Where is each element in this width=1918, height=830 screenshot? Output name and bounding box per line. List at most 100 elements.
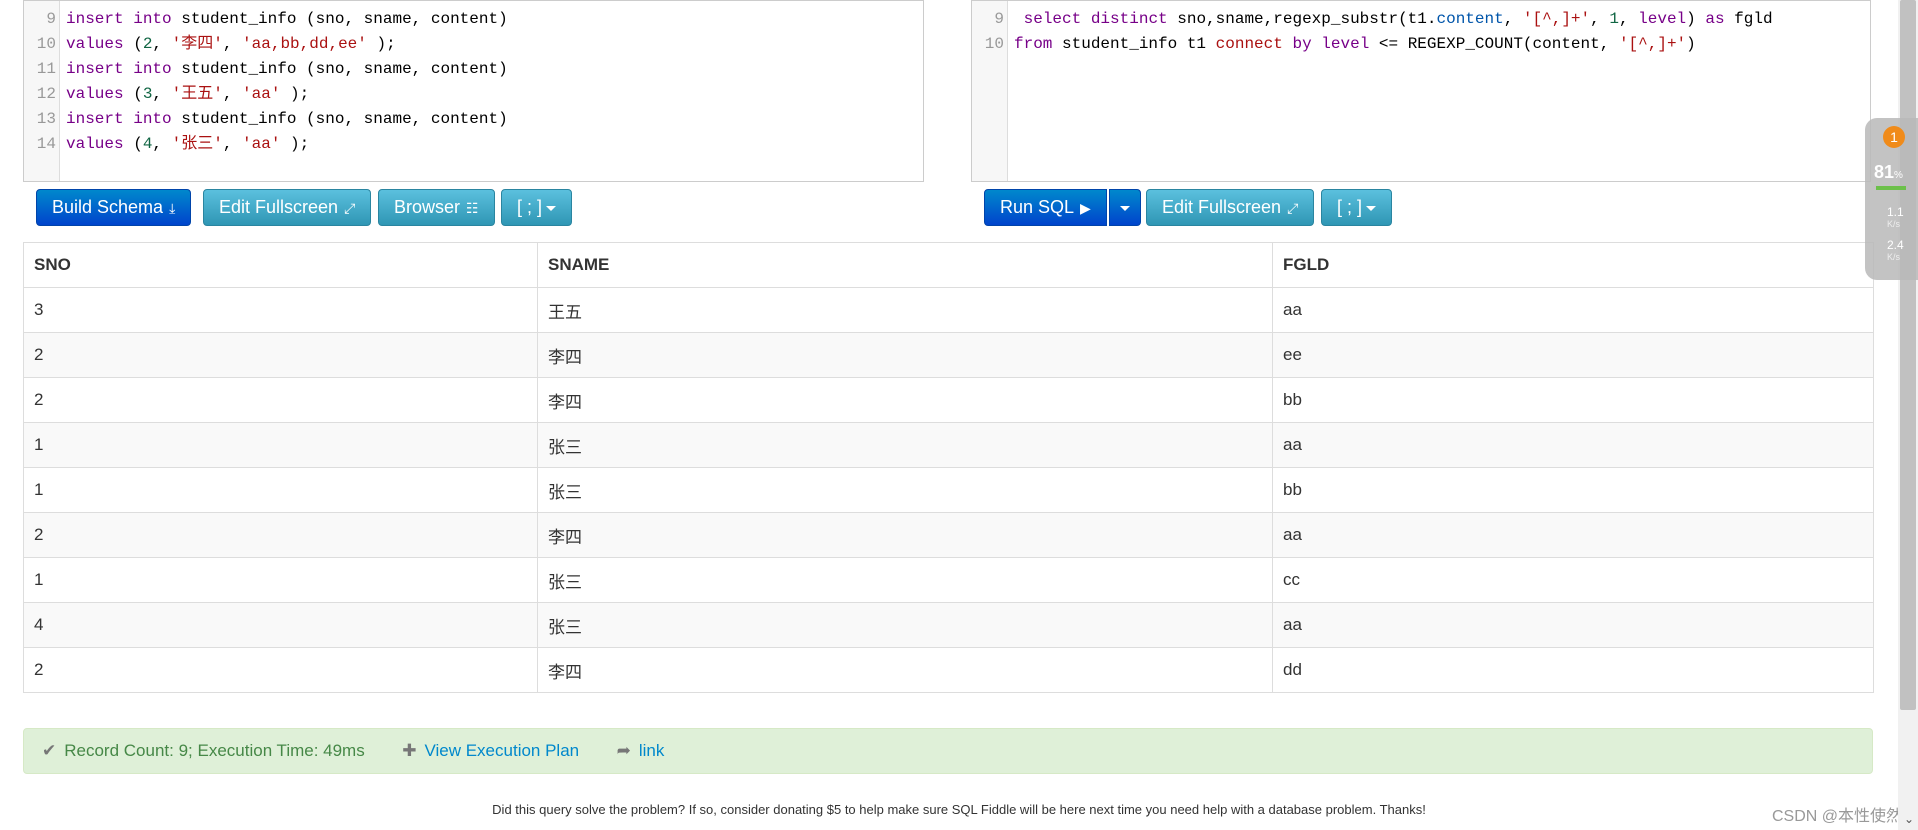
delimiter-label: [ ; ] <box>517 197 543 217</box>
donation-message: Did this query solve the problem? If so,… <box>492 802 1426 817</box>
code-line[interactable]: 14 values (4, '张三', 'aa' ); <box>24 132 923 157</box>
code-token: 3 <box>142 85 153 103</box>
code-token: , <box>1503 10 1523 28</box>
scroll-down-arrow-icon[interactable]: ⌄ <box>1904 812 1914 826</box>
tree-icon: ☷ <box>466 200 479 216</box>
code-token: values <box>66 85 124 103</box>
code-token: into <box>133 60 172 78</box>
record-count-text: Record Count: 9; Execution Time: 49ms <box>64 741 365 760</box>
code-token: ( <box>123 135 143 153</box>
caret-down-icon <box>546 205 557 211</box>
browser-label: Browser <box>394 197 461 217</box>
code-token: insert <box>66 10 124 28</box>
code-token: from <box>1014 35 1053 53</box>
table-row: 3 王五 aa <box>23 287 1874 333</box>
code-token: , <box>222 135 243 153</box>
query-editor[interactable]: 9 select distinct sno,sname,regexp_subst… <box>971 0 1871 182</box>
code-token: 2 <box>142 35 153 53</box>
table-row: 1 张三 aa <box>23 422 1874 468</box>
plus-icon: ✚ <box>402 741 417 760</box>
line-number: 10 <box>36 35 56 53</box>
code-token: distinct <box>1090 10 1168 28</box>
code-token: connect <box>1215 35 1283 53</box>
code-token: insert <box>66 60 124 78</box>
table-cell: 2 <box>23 512 538 558</box>
build-schema-button[interactable]: Build Schema ⤓ <box>36 189 192 226</box>
schema-editor[interactable]: 9 insert into student_info (sno, sname, c… <box>23 0 924 182</box>
code-token: <= REGEXP_COUNT(content, <box>1369 35 1619 53</box>
code-token: '李四' <box>171 35 223 53</box>
code-token: level <box>1638 10 1687 28</box>
build-schema-label: Build Schema <box>52 197 164 217</box>
upload-value: 1.1 <box>1887 205 1904 219</box>
line-number: 11 <box>36 60 56 78</box>
code-token: 'aa' <box>242 135 281 153</box>
expand-icon: ⤢ <box>344 200 356 216</box>
browser-button[interactable]: Browser ☷ <box>378 189 495 226</box>
code-line[interactable]: 10 values (2, '李四', 'aa,bb,dd,ee' ); <box>24 32 923 57</box>
code-token: , <box>152 35 172 53</box>
table-cell: 王五 <box>537 287 1273 333</box>
code-token: ); <box>280 135 310 153</box>
run-sql-button[interactable]: Run SQL ▶ <box>984 189 1107 226</box>
table-cell: 李四 <box>537 377 1273 423</box>
code-line[interactable]: 9 select distinct sno,sname,regexp_subst… <box>972 7 1870 32</box>
permalink-link[interactable]: link <box>639 741 665 760</box>
code-line[interactable]: 10 from student_info t1 connect by level … <box>972 32 1870 57</box>
table-cell: 张三 <box>537 602 1273 648</box>
scrollbar-thumb[interactable] <box>1900 0 1916 710</box>
edit-fullscreen-right-button[interactable]: Edit Fullscreen ⤢ <box>1146 189 1315 226</box>
code-token: ( <box>123 35 143 53</box>
view-execution-plan-link[interactable]: View Execution Plan <box>424 741 579 760</box>
table-cell: 2 <box>23 332 538 378</box>
line-number: 14 <box>36 135 56 153</box>
code-token: 'aa' <box>242 85 281 103</box>
table-cell: dd <box>1272 647 1874 693</box>
code-token: insert <box>66 110 124 128</box>
results-table: SNO SNAME FGLD 3 王五 aa 2 李四 ee 2 李四 bb 1 张三 aa 1 张三 bb… <box>23 242 1874 693</box>
code-line[interactable]: 13 insert into student_info (sno, sname, … <box>24 107 923 132</box>
edit-fullscreen-label: Edit Fullscreen <box>219 197 339 217</box>
code-line[interactable]: 12 values (3, '王五', 'aa' ); <box>24 82 923 107</box>
line-number: 13 <box>36 110 56 128</box>
table-row: 2 李四 dd <box>23 647 1874 693</box>
table-cell: bb <box>1272 377 1874 423</box>
code-line[interactable]: 9 insert into student_info (sno, sname, c… <box>24 7 923 32</box>
upload-unit: K/s <box>1887 219 1901 229</box>
table-row: 1 张三 bb <box>23 467 1874 513</box>
table-row: 2 李四 aa <box>23 512 1874 558</box>
line-number: 9 <box>994 10 1004 28</box>
table-row: 4 张三 aa <box>23 602 1874 648</box>
table-row: 1 张三 cc <box>23 557 1874 603</box>
delimiter-label: [ ; ] <box>1337 197 1363 217</box>
execution-status-bar: ✔ Record Count: 9; Execution Time: 49ms ✚… <box>23 728 1873 774</box>
table-cell: 张三 <box>537 422 1273 468</box>
column-header-fgld: FGLD <box>1272 242 1874 288</box>
column-header-sname: SNAME <box>537 242 1273 288</box>
code-token: '王五' <box>171 85 223 103</box>
table-cell: 张三 <box>537 467 1273 513</box>
code-token: content <box>1436 10 1504 28</box>
query-code[interactable]: 9 select distinct sno,sname,regexp_subst… <box>972 7 1870 57</box>
code-token: '[^,]+' <box>1618 35 1687 53</box>
table-cell: aa <box>1272 602 1874 648</box>
notification-badge[interactable]: 1 <box>1883 126 1905 148</box>
run-sql-dropdown[interactable] <box>1109 189 1141 226</box>
code-token: , <box>152 85 172 103</box>
table-cell: 1 <box>23 422 538 468</box>
edit-fullscreen-label: Edit Fullscreen <box>1162 197 1282 217</box>
code-line[interactable]: 11 insert into student_info (sno, sname, … <box>24 57 923 82</box>
usage-bar <box>1876 186 1906 190</box>
code-token: '张三' <box>171 135 223 153</box>
code-token: , <box>1618 10 1639 28</box>
edit-fullscreen-button[interactable]: Edit Fullscreen ⤢ <box>203 189 372 226</box>
delimiter-right-dropdown[interactable]: [ ; ] <box>1321 189 1393 226</box>
delimiter-dropdown[interactable]: [ ; ] <box>501 189 573 226</box>
code-token: '[^,]+' <box>1522 10 1591 28</box>
table-cell: 李四 <box>537 332 1273 378</box>
code-token: into <box>133 110 172 128</box>
schema-code[interactable]: 9 insert into student_info (sno, sname, c… <box>24 7 923 157</box>
column-header-sno: SNO <box>23 242 538 288</box>
memory-percent: 81% <box>1874 162 1903 183</box>
